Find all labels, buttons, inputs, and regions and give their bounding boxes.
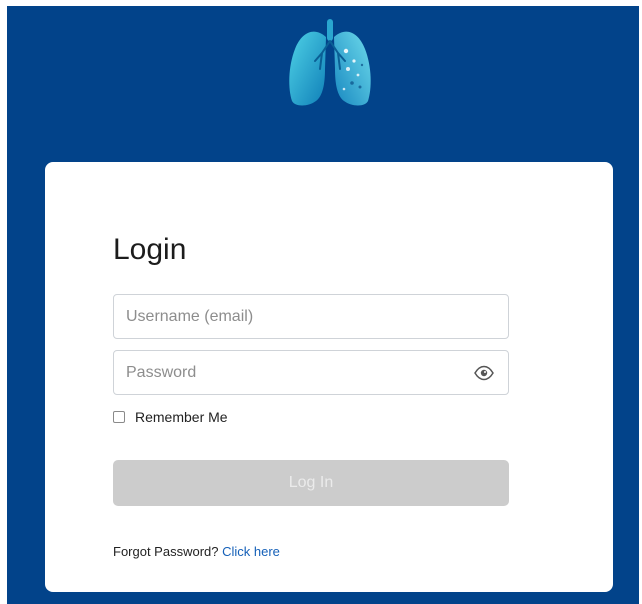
- remember-me-checkbox[interactable]: [113, 411, 125, 423]
- login-button[interactable]: Log In: [113, 460, 509, 506]
- username-field[interactable]: [113, 294, 509, 339]
- password-field[interactable]: [113, 350, 509, 395]
- eye-icon[interactable]: [474, 364, 494, 382]
- lungs-logo-icon: [282, 17, 378, 109]
- page-background: Login Remember Me Log In Forgot Password…: [7, 6, 639, 604]
- username-input[interactable]: [126, 295, 456, 338]
- forgot-password-text: Forgot Password?: [113, 544, 223, 559]
- forgot-password: Forgot Password? Click here: [113, 544, 280, 559]
- login-card: Login Remember Me Log In Forgot Password…: [45, 162, 613, 592]
- password-input[interactable]: [126, 351, 456, 394]
- forgot-password-link[interactable]: Click here: [222, 544, 280, 559]
- remember-me-label: Remember Me: [135, 409, 228, 425]
- remember-me[interactable]: Remember Me: [113, 408, 228, 426]
- page-title: Login: [113, 233, 187, 266]
